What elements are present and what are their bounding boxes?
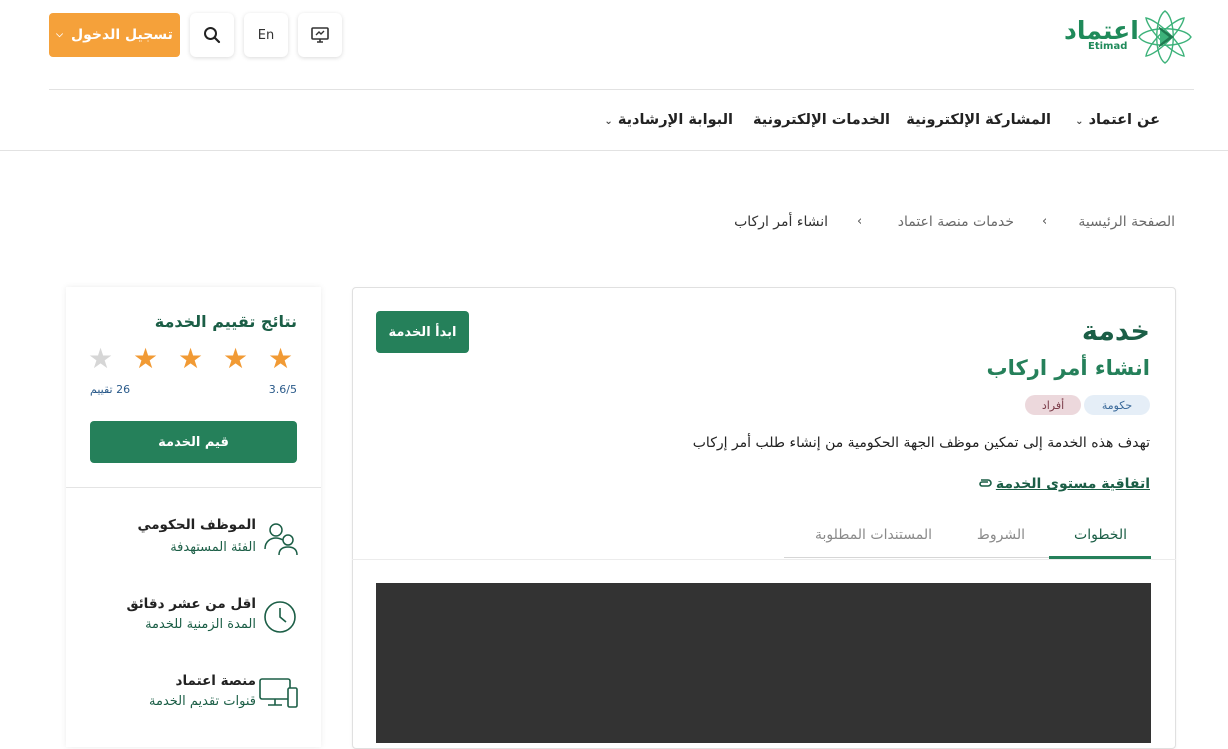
nav-item-e-participation[interactable]: المشاركة الإلكترونية [906, 112, 1051, 128]
breadcrumb-services[interactable]: خدمات منصة اعتماد [898, 214, 1014, 230]
login-button[interactable]: تسجيل الدخول ⌵ [49, 13, 180, 57]
info-title-channel: منصة اعتماد [175, 673, 256, 689]
star-filled-icon: ★ [223, 342, 249, 375]
screen-icon [311, 27, 329, 43]
nav-item-about[interactable]: عن اعتماد ⌄ [1075, 112, 1160, 128]
tab-steps[interactable]: الخطوات [1074, 527, 1127, 543]
rating-count: 26 تقييم [90, 383, 131, 396]
language-label: En [257, 27, 275, 43]
side-divider [66, 487, 321, 488]
logo-emblem-icon [1138, 10, 1192, 64]
breadcrumb-current: انشاء أمر اركاب [734, 214, 828, 230]
star-filled-icon: ★ [178, 342, 204, 375]
breadcrumb-home[interactable]: الصفحة الرئيسية [1078, 214, 1175, 230]
paperclip-icon [979, 479, 992, 487]
logo-text-en: Etimad [1088, 41, 1128, 52]
login-label: تسجيل الدخول [71, 27, 173, 43]
service-label: خدمة [1081, 316, 1150, 347]
tab-required-documents[interactable]: المستندات المطلوبة [815, 527, 932, 543]
start-service-label: ابدأ الخدمة [388, 324, 457, 340]
nav-item-e-participation-label: المشاركة الإلكترونية [906, 112, 1051, 128]
service-description: تهدف هذه الخدمة إلى تمكين موظف الجهة الح… [692, 435, 1150, 451]
info-title-audience: الموظف الحكومي [137, 517, 256, 533]
rating-title: نتائج تقييم الخدمة [154, 312, 297, 331]
tag-individuals: أفراد [1025, 395, 1081, 415]
search-button[interactable] [190, 13, 234, 57]
chevron-left-icon: ‹ [1042, 214, 1048, 229]
etimad-logo[interactable]: اعتماد Etimad [1062, 8, 1194, 66]
sla-link[interactable]: اتفاقية مستوى الخدمة [996, 476, 1150, 492]
service-name: انشاء أمر اركاب [986, 356, 1150, 380]
star-empty-icon: ★ [88, 342, 114, 375]
chevron-down-icon: ⌵ [56, 30, 63, 40]
header-divider [49, 89, 1194, 90]
screen-reader-button[interactable] [298, 13, 342, 57]
card-divider [352, 559, 1176, 560]
info-subtitle-audience: الفئة المستهدفة [170, 540, 256, 555]
users-icon [264, 523, 298, 556]
nav-item-e-services-label: الخدمات الإلكترونية [752, 112, 890, 128]
nav-divider [0, 150, 1228, 151]
rate-service-button[interactable]: قيم الخدمة [90, 421, 297, 463]
search-icon [204, 27, 221, 44]
clock-icon [264, 601, 296, 633]
info-subtitle-duration: المدة الزمنية للخدمة [145, 617, 256, 632]
info-title-duration: اقل من عشر دقائق [126, 596, 256, 612]
star-filled-icon: ★ [133, 342, 159, 375]
rate-service-label: قيم الخدمة [158, 434, 229, 450]
service-video[interactable] [376, 583, 1151, 743]
chevron-down-icon: ⌄ [604, 116, 613, 127]
chevron-left-icon: ‹ [857, 214, 863, 229]
nav-item-about-label: عن اعتماد [1088, 112, 1160, 128]
devices-icon [259, 678, 298, 708]
nav-item-e-services[interactable]: الخدمات الإلكترونية [753, 112, 890, 128]
chevron-down-icon: ⌄ [1075, 116, 1084, 127]
tag-government: حكومة [1084, 395, 1150, 415]
nav-item-guide-portal[interactable]: البوابة الإرشادية ⌄ [604, 112, 733, 128]
start-service-button[interactable]: ابدأ الخدمة [376, 311, 469, 353]
star-filled-icon: ★ [268, 342, 294, 375]
rating-score: 3.6/5 [268, 383, 297, 396]
nav-item-guide-portal-label: البوابة الإرشادية [617, 112, 733, 128]
info-subtitle-channel: قنوات تقديم الخدمة [149, 694, 256, 709]
tab-conditions[interactable]: الشروط [977, 527, 1025, 543]
language-button[interactable]: En [244, 13, 288, 57]
